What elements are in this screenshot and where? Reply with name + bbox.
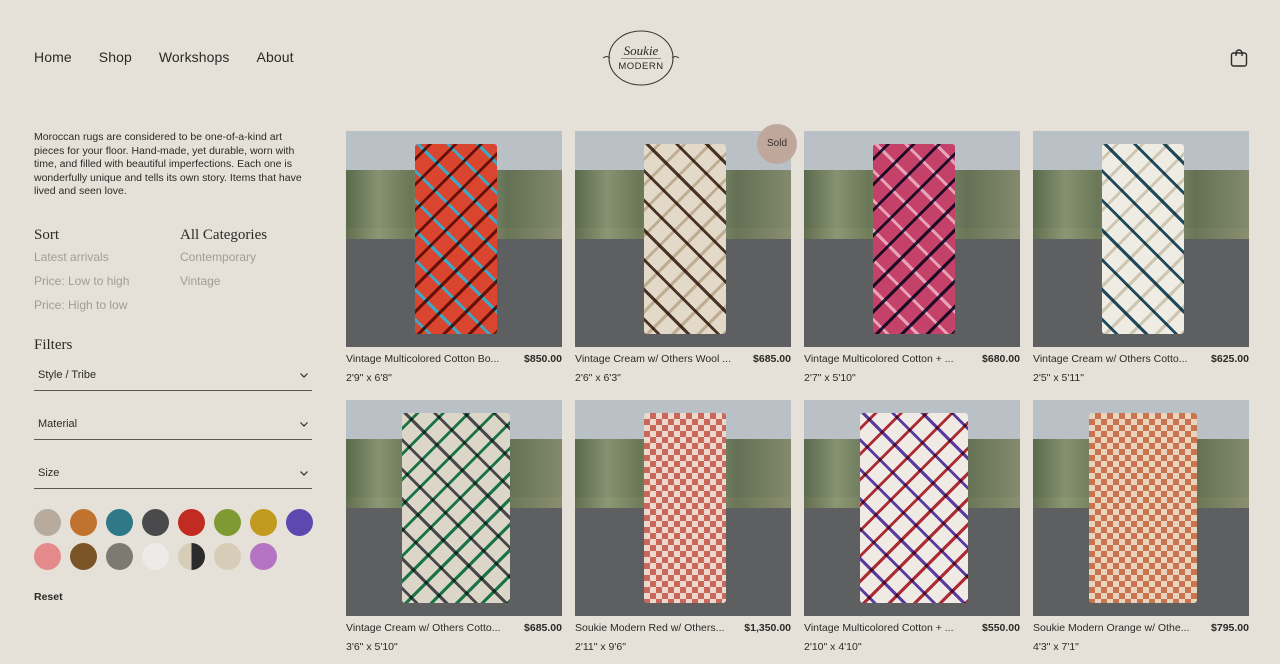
product-price: $625.00 <box>1211 353 1249 365</box>
filter-style-dropdown[interactable]: Style / Tribe <box>34 367 312 391</box>
color-swatch[interactable] <box>70 543 97 570</box>
product-size: 2'11" x 9'6" <box>575 641 626 653</box>
sort-option-latest[interactable]: Latest arrivals <box>34 250 129 274</box>
color-swatch[interactable] <box>178 509 205 536</box>
filter-size-dropdown[interactable]: Size <box>34 465 312 489</box>
color-swatch[interactable] <box>70 509 97 536</box>
chevron-down-icon <box>300 422 308 427</box>
filter-size-label: Size <box>38 467 60 479</box>
sold-badge: Sold <box>757 124 797 164</box>
product-name[interactable]: Soukie Modern Red w/ Others... <box>575 622 724 634</box>
product-image[interactable] <box>804 400 1020 616</box>
product-size: 2'5" x 5'11" <box>1033 372 1084 384</box>
categories-section: All Categories Contemporary Vintage <box>180 227 267 298</box>
nav-workshops-link[interactable]: Workshops <box>159 49 230 65</box>
product-price: $795.00 <box>1211 622 1249 634</box>
product-price: $1,350.00 <box>744 622 791 634</box>
product-image[interactable] <box>804 131 1020 347</box>
color-swatch[interactable] <box>250 509 277 536</box>
product-image[interactable] <box>575 131 791 347</box>
product-size: 2'6" x 6'3" <box>575 372 621 384</box>
filters-title: Filters <box>34 337 73 353</box>
category-option-contemporary[interactable]: Contemporary <box>180 250 267 274</box>
product-price: $680.00 <box>982 353 1020 365</box>
color-swatch[interactable] <box>34 543 61 570</box>
product-price: $685.00 <box>753 353 791 365</box>
color-swatch[interactable] <box>142 509 169 536</box>
product-name[interactable]: Vintage Cream w/ Others Cotto... <box>1033 353 1187 365</box>
product-price: $685.00 <box>524 622 562 634</box>
main-nav: Home Shop Workshops About <box>34 49 294 65</box>
categories-title[interactable]: All Categories <box>180 227 267 244</box>
color-swatch[interactable] <box>178 543 205 570</box>
color-swatch[interactable] <box>214 509 241 536</box>
chevron-down-icon <box>300 373 308 378</box>
product-image[interactable] <box>575 400 791 616</box>
product-name[interactable]: Vintage Cream w/ Others Cotto... <box>346 622 500 634</box>
category-option-vintage[interactable]: Vintage <box>180 274 267 298</box>
filter-material-label: Material <box>38 418 78 430</box>
product-size: 2'10" x 4'10" <box>804 641 862 653</box>
product-size: 4'3" x 7'1" <box>1033 641 1079 653</box>
color-swatch[interactable] <box>214 543 241 570</box>
nav-about-link[interactable]: About <box>257 49 294 65</box>
product-price: $850.00 <box>524 353 562 365</box>
shop-intro-text: Moroccan rugs are considered to be one-o… <box>34 131 302 197</box>
reset-filters-button[interactable]: Reset <box>34 591 63 603</box>
nav-shop-link[interactable]: Shop <box>99 49 132 65</box>
filter-style-label: Style / Tribe <box>38 369 97 381</box>
product-image[interactable] <box>1033 131 1249 347</box>
product-image[interactable] <box>346 400 562 616</box>
color-swatch[interactable] <box>286 509 313 536</box>
cart-icon[interactable] <box>1229 48 1249 68</box>
product-size: 2'7" x 5'10" <box>804 372 856 384</box>
filter-material-dropdown[interactable]: Material <box>34 416 312 440</box>
product-card[interactable]: Vintage Cream w/ Others Cotto... $685.00 3… <box>346 400 562 653</box>
product-card[interactable]: Soukie Modern Orange w/ Othe... $795.00 4'… <box>1033 400 1249 653</box>
product-name[interactable]: Vintage Multicolored Cotton + ... <box>804 622 954 634</box>
color-swatch[interactable] <box>142 543 169 570</box>
sort-option-low-high[interactable]: Price: Low to high <box>34 274 129 298</box>
color-swatch[interactable] <box>250 543 277 570</box>
product-image[interactable] <box>346 131 562 347</box>
product-price: $550.00 <box>982 622 1020 634</box>
product-name[interactable]: Vintage Multicolored Cotton Bo... <box>346 353 499 365</box>
product-card[interactable]: Vintage Multicolored Cotton Bo... $850.00… <box>346 131 562 384</box>
chevron-down-icon <box>300 471 308 476</box>
product-name[interactable]: Soukie Modern Orange w/ Othe... <box>1033 622 1189 634</box>
product-name[interactable]: Vintage Cream w/ Others Wool ... <box>575 353 731 365</box>
sort-title: Sort <box>34 227 60 243</box>
nav-home-link[interactable]: Home <box>34 49 72 65</box>
product-card[interactable]: Vintage Cream w/ Others Wool ... $685.00 2… <box>575 131 791 384</box>
product-card[interactable]: Vintage Multicolored Cotton + ... $680.00… <box>804 131 1020 384</box>
product-card[interactable]: Vintage Multicolored Cotton + ... $550.00… <box>804 400 1020 653</box>
brand-logo[interactable]: Soukie MODERN <box>601 29 681 87</box>
product-size: 3'6" x 5'10" <box>346 641 398 653</box>
sort-option-high-low[interactable]: Price: High to low <box>34 298 129 322</box>
color-swatch[interactable] <box>34 509 61 536</box>
product-card[interactable]: Soukie Modern Red w/ Others... $1,350.00 2… <box>575 400 791 653</box>
product-name[interactable]: Vintage Multicolored Cotton + ... <box>804 353 954 365</box>
product-image[interactable] <box>1033 400 1249 616</box>
svg-text:Soukie: Soukie <box>624 43 659 58</box>
svg-text:MODERN: MODERN <box>618 61 663 72</box>
color-swatch[interactable] <box>106 509 133 536</box>
color-swatch[interactable] <box>106 543 133 570</box>
sort-section: Sort Latest arrivals Price: Low to high … <box>34 227 129 322</box>
product-card[interactable]: Vintage Cream w/ Others Cotto... $625.00 2… <box>1033 131 1249 384</box>
product-size: 2'9" x 6'8" <box>346 372 392 384</box>
